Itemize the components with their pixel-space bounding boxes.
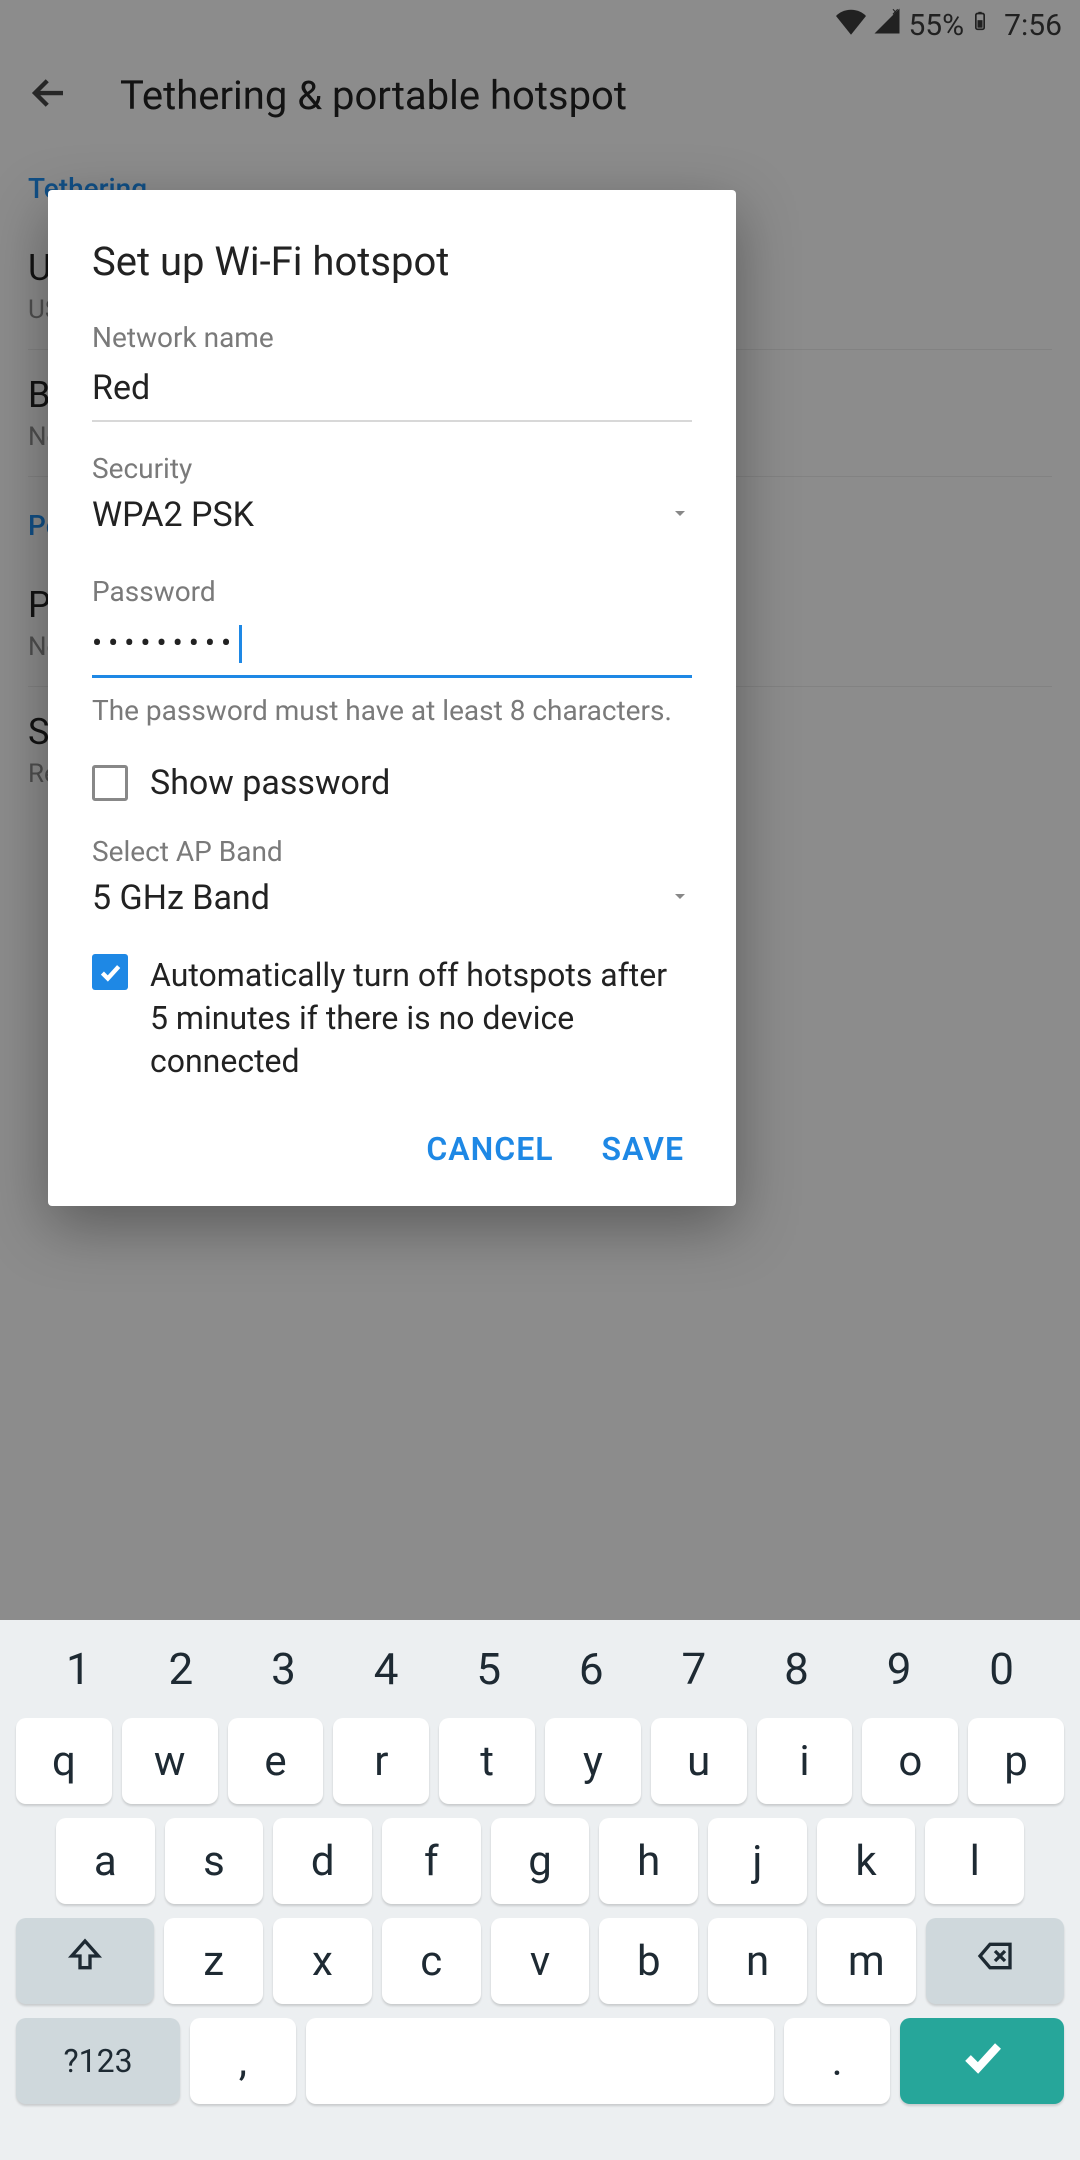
key-x[interactable]: x (273, 1918, 372, 2004)
cancel-button[interactable]: CANCEL (426, 1130, 553, 1168)
auto-off-row[interactable]: Automatically turn off hotspots after 5 … (92, 944, 692, 1094)
key-w[interactable]: w (122, 1718, 218, 1804)
show-password-label: Show password (150, 763, 692, 803)
kb-row-qwerty: q w e r t y u i o p (10, 1718, 1070, 1804)
security-field: Security WPA2 PSK (92, 452, 692, 545)
kb-number-row: 1 2 3 4 5 6 7 8 9 0 (10, 1634, 1070, 1704)
key-comma[interactable]: , (190, 2018, 295, 2104)
key-symbols[interactable]: ?123 (16, 2018, 180, 2104)
key-a[interactable]: a (56, 1818, 155, 1904)
key-p[interactable]: p (968, 1718, 1064, 1804)
ap-band-field: Select AP Band 5 GHz Band (92, 835, 692, 928)
key-backspace[interactable] (926, 1918, 1064, 2004)
chevron-down-icon (668, 501, 692, 529)
key-q[interactable]: q (16, 1718, 112, 1804)
key-c[interactable]: c (382, 1918, 481, 2004)
dialog-title: Set up Wi-Fi hotspot (92, 238, 692, 285)
key-n[interactable]: n (708, 1918, 807, 2004)
ap-band-value: 5 GHz Band (92, 878, 270, 918)
key-f[interactable]: f (382, 1818, 481, 1904)
text-cursor (239, 625, 242, 663)
key-1[interactable]: 1 (32, 1634, 125, 1704)
key-g[interactable]: g (491, 1818, 590, 1904)
kb-row-bottom: ?123 , . (10, 2018, 1070, 2104)
network-name-field: Network name (92, 321, 692, 422)
key-l[interactable]: l (925, 1818, 1024, 1904)
security-value: WPA2 PSK (92, 495, 254, 535)
key-shift[interactable] (16, 1918, 154, 2004)
key-y[interactable]: y (545, 1718, 641, 1804)
key-i[interactable]: i (757, 1718, 853, 1804)
kb-row-zxcv: z x c v b n m (10, 1918, 1070, 2004)
shift-icon (65, 1936, 105, 1987)
password-label: Password (92, 575, 692, 608)
key-4[interactable]: 4 (340, 1634, 433, 1704)
show-password-checkbox[interactable] (92, 765, 128, 801)
key-e[interactable]: e (228, 1718, 324, 1804)
auto-off-checkbox[interactable] (92, 954, 128, 990)
hotspot-dialog: Set up Wi-Fi hotspot Network name Securi… (48, 190, 736, 1206)
key-3[interactable]: 3 (237, 1634, 330, 1704)
key-v[interactable]: v (491, 1918, 590, 2004)
dialog-actions: CANCEL SAVE (92, 1094, 692, 1178)
security-label: Security (92, 452, 692, 485)
key-period[interactable]: . (784, 2018, 889, 2104)
password-field: Password ••••••••• (92, 575, 692, 678)
key-enter[interactable] (900, 2018, 1064, 2104)
key-r[interactable]: r (333, 1718, 429, 1804)
password-input[interactable]: ••••••••• (92, 612, 692, 678)
key-o[interactable]: o (862, 1718, 958, 1804)
key-h[interactable]: h (599, 1818, 698, 1904)
key-d[interactable]: d (273, 1818, 372, 1904)
key-j[interactable]: j (708, 1818, 807, 1904)
security-select[interactable]: WPA2 PSK (92, 489, 692, 545)
save-button[interactable]: SAVE (602, 1130, 684, 1168)
key-2[interactable]: 2 (135, 1634, 228, 1704)
key-k[interactable]: k (817, 1818, 916, 1904)
chevron-down-icon (668, 884, 692, 912)
backspace-icon (975, 1936, 1015, 1987)
auto-off-label: Automatically turn off hotspots after 5 … (150, 954, 692, 1084)
key-6[interactable]: 6 (545, 1634, 638, 1704)
key-m[interactable]: m (817, 1918, 916, 2004)
key-9[interactable]: 9 (853, 1634, 946, 1704)
key-b[interactable]: b (599, 1918, 698, 2004)
check-icon (958, 2032, 1006, 2091)
network-name-input[interactable] (92, 358, 692, 422)
key-space[interactable] (306, 2018, 775, 2104)
password-value: ••••••••• (92, 626, 237, 661)
key-t[interactable]: t (439, 1718, 535, 1804)
key-z[interactable]: z (164, 1918, 263, 2004)
key-5[interactable]: 5 (442, 1634, 535, 1704)
key-8[interactable]: 8 (750, 1634, 843, 1704)
kb-row-asdf: a s d f g h j k l (10, 1818, 1070, 1904)
ap-band-label: Select AP Band (92, 835, 692, 868)
key-u[interactable]: u (651, 1718, 747, 1804)
keyboard: 1 2 3 4 5 6 7 8 9 0 q w e r t y u i o p … (0, 1620, 1080, 2160)
key-0[interactable]: 0 (955, 1634, 1048, 1704)
network-name-label: Network name (92, 321, 692, 354)
ap-band-select[interactable]: 5 GHz Band (92, 872, 692, 928)
show-password-row[interactable]: Show password (92, 753, 692, 813)
key-7[interactable]: 7 (648, 1634, 741, 1704)
key-s[interactable]: s (165, 1818, 264, 1904)
password-hint: The password must have at least 8 charac… (92, 694, 692, 727)
